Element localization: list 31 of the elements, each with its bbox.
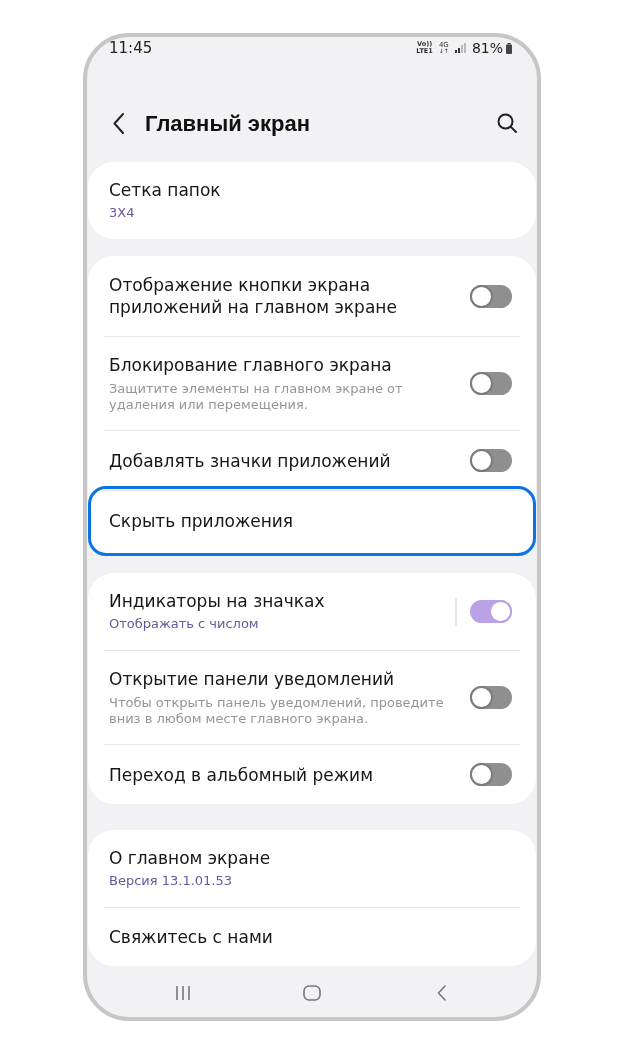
setting-title: Открытие панели уведомлений (109, 668, 396, 690)
setting-title: Индикаторы на значках (109, 590, 326, 612)
toggle-switch[interactable] (470, 372, 512, 395)
setting-value: 3X4 (109, 204, 136, 222)
battery-icon (506, 42, 512, 54)
page-title: Главный экран (145, 109, 310, 138)
recents-icon (175, 985, 191, 1001)
setting-title: Свяжитесь с нами (109, 926, 274, 948)
status-time: 11:45 (109, 37, 153, 59)
setting-title: Скрыть приложения (109, 510, 295, 532)
back-icon (112, 112, 124, 134)
toggle-switch[interactable] (470, 284, 512, 308)
setting-title: Сетка папок (109, 179, 222, 201)
setting-description: Защитите элементы на главном экране от удаления или перемещения. (109, 381, 404, 413)
home-icon (303, 985, 321, 1001)
signal-icon (454, 43, 466, 53)
setting-title: О главном экране (109, 847, 272, 869)
setting-value: Версия 13.1.01.53 (109, 872, 233, 890)
setting-value: Отображать с числом (109, 615, 260, 633)
setting-title: Отображение кнопки экрана приложений на главном экране (109, 274, 398, 318)
setting-description: Чтобы открыть панель уведомлений, проведите вниз в любом месте главного экрана. (109, 695, 445, 727)
setting-title: Переход в альбомный режим (109, 763, 374, 786)
search-icon (497, 113, 517, 133)
setting-title: Блокирование главного экрана (109, 354, 393, 376)
toggle-switch[interactable] (470, 600, 512, 623)
setting-title: Добавлять значки приложений (109, 449, 392, 472)
toggle-switch[interactable] (470, 763, 512, 786)
toggle-switch[interactable] (470, 449, 512, 472)
back-icon (436, 985, 446, 1001)
toggle-switch[interactable] (470, 686, 512, 709)
battery-percent: 81% (471, 38, 503, 58)
